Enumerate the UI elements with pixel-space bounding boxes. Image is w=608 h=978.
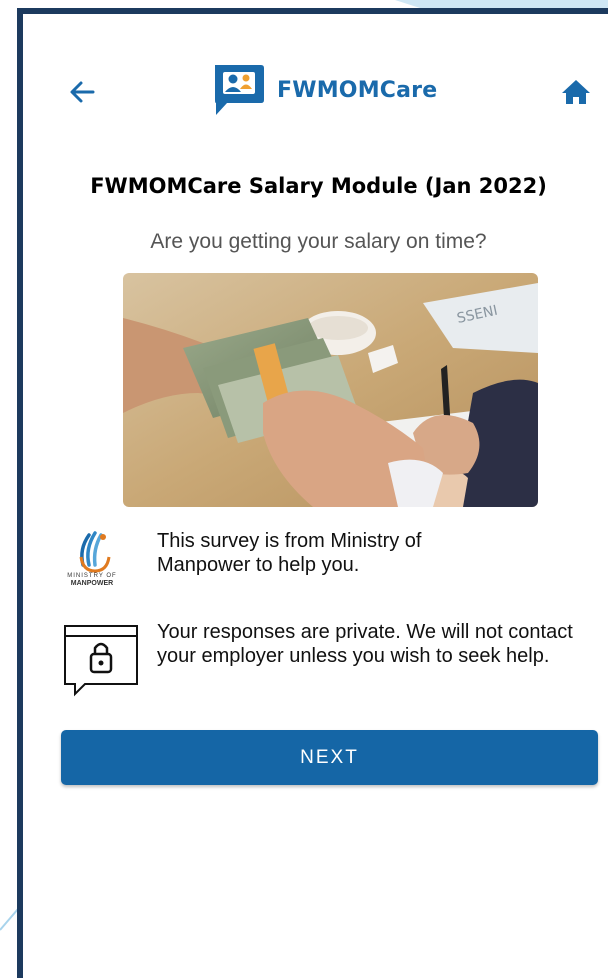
- survey-question: Are you getting your salary on time?: [150, 230, 487, 253]
- ministry-logo-text-bottom: MANPOWER: [70, 580, 114, 587]
- salary-handover-image: SSENI: [123, 273, 538, 507]
- ministry-info: MINISTRY OF MANPOWER This survey is from…: [61, 529, 497, 591]
- lock-chat-icon: [61, 620, 143, 697]
- ministry-info-text: This survey is from Ministry of Manpower…: [157, 530, 422, 576]
- app-brand: FWMOMCare: [211, 58, 437, 122]
- privacy-info: Your responses are private. We will not …: [61, 620, 577, 697]
- back-button[interactable]: [63, 72, 103, 112]
- page-title: FWMOMCare Salary Module (Jan 2022): [90, 174, 547, 198]
- ministry-of-manpower-logo: MINISTRY OF MANPOWER: [61, 529, 143, 591]
- app-title: FWMOMCare: [277, 77, 438, 103]
- top-bar: FWMOMCare: [23, 14, 608, 154]
- ministry-logo-text-top: MINISTRY OF: [67, 573, 117, 579]
- home-icon: [562, 80, 590, 104]
- app-screen: FWMOMCare FWMOMCare Salary Module (Jan 2…: [17, 8, 608, 978]
- arrow-left-icon: [70, 81, 95, 103]
- home-button[interactable]: [556, 72, 596, 112]
- next-button[interactable]: NEXT: [61, 730, 598, 785]
- chat-worker-logo-icon: [215, 65, 264, 115]
- privacy-info-text: Your responses are private. We will not …: [157, 621, 573, 667]
